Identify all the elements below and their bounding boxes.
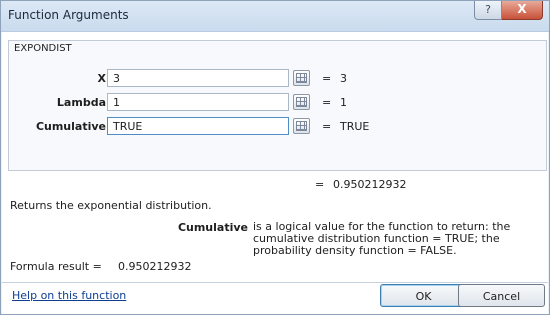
argument-result-cumulative: TRUE <box>340 120 370 133</box>
argument-help-text: is a logical value for the function to r… <box>253 220 511 257</box>
dialog-body: EXPONDIST X 3 = 3 Lambda 1 = 1 Cumulativ… <box>2 32 548 314</box>
cancel-button[interactable]: Cancel <box>458 284 545 307</box>
total-equals-sign: = <box>315 178 325 191</box>
ok-button[interactable]: OK <box>380 284 467 307</box>
close-button[interactable]: X <box>502 1 543 20</box>
window-title: Function Arguments <box>8 8 129 22</box>
window-controls: ? X <box>474 1 543 20</box>
formula-result-label: Formula result = <box>10 260 102 273</box>
argument-input-x[interactable]: 3 <box>107 69 289 87</box>
function-arguments-dialog: Function Arguments ? X EXPONDIST X 3 = 3… <box>0 0 550 315</box>
equals-sign: = <box>322 96 332 109</box>
arguments-group: EXPONDIST X 3 = 3 Lambda 1 = 1 Cumulativ… <box>8 40 547 171</box>
argument-row-x: X 3 = 3 <box>9 69 546 89</box>
argument-input-lambda[interactable]: 1 <box>107 93 289 111</box>
function-description: Returns the exponential distribution. <box>10 199 212 212</box>
argument-result-lambda: 1 <box>340 96 347 109</box>
argument-help-name: Cumulative <box>177 221 248 234</box>
formula-result-value: 0.950212932 <box>118 260 192 273</box>
argument-input-cumulative[interactable]: TRUE <box>107 117 289 135</box>
equals-sign: = <box>322 72 332 85</box>
argument-row-cumulative: Cumulative TRUE = TRUE <box>9 117 546 137</box>
argument-label-lambda: Lambda <box>56 96 106 109</box>
argument-row-lambda: Lambda 1 = 1 <box>9 93 546 113</box>
title-bar: Function Arguments ? X <box>1 1 549 32</box>
argument-result-x: 3 <box>340 72 347 85</box>
collapse-dialog-icon[interactable] <box>293 70 310 86</box>
function-result-value: 0.950212932 <box>333 178 407 191</box>
footer-divider <box>2 282 548 283</box>
argument-label-cumulative: Cumulative <box>35 120 106 133</box>
argument-label-x: X <box>97 72 106 85</box>
help-title-button[interactable]: ? <box>474 1 502 20</box>
equals-sign: = <box>322 120 332 133</box>
help-on-function-link[interactable]: Help on this function <box>12 289 126 302</box>
collapse-dialog-icon[interactable] <box>293 94 310 110</box>
function-name: EXPONDIST <box>14 43 72 54</box>
collapse-dialog-icon[interactable] <box>293 118 310 134</box>
